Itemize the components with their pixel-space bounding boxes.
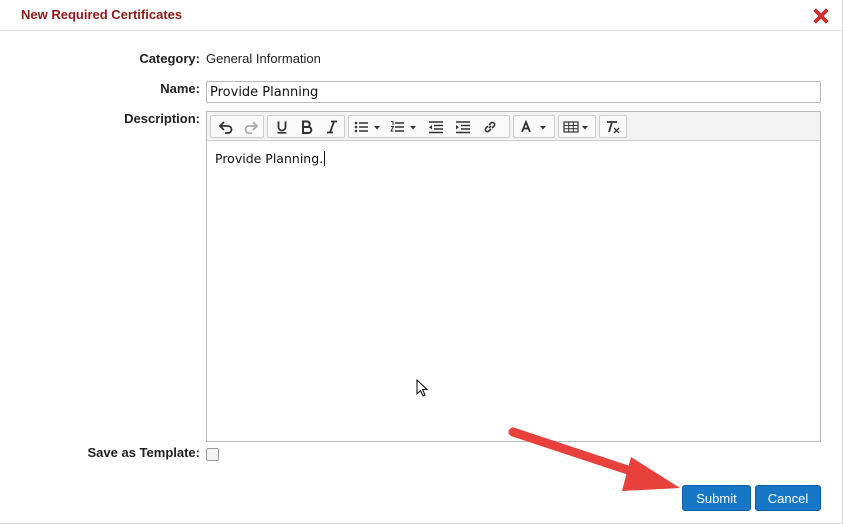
description-textarea[interactable]: Provide Planning. [207, 141, 820, 441]
cancel-button[interactable]: Cancel [755, 485, 821, 511]
toolbar-clear-group [599, 115, 627, 138]
italic-icon[interactable] [320, 116, 344, 137]
category-label: Category: [139, 51, 200, 66]
toolbar-history-group [210, 115, 264, 138]
dialog-titlebar: New Required Certificates [0, 0, 843, 31]
clear-format-icon[interactable] [601, 116, 625, 137]
dialog-title: New Required Certificates [21, 7, 183, 22]
mouse-pointer-icon [416, 378, 430, 402]
name-label: Name: [160, 81, 200, 96]
editor-toolbar [207, 112, 820, 141]
close-icon[interactable] [810, 5, 832, 27]
underline-icon[interactable] [270, 116, 294, 137]
description-label: Description: [124, 111, 200, 126]
toolbar-paragraph-group [348, 115, 510, 138]
outdent-icon[interactable] [423, 116, 449, 137]
description-editor: Provide Planning. [206, 111, 821, 442]
name-field[interactable] [206, 81, 821, 103]
font-color-icon[interactable] [516, 116, 552, 137]
save-template-label: Save as Template: [87, 445, 200, 460]
bold-icon[interactable] [295, 116, 319, 137]
submit-button[interactable]: Submit [682, 485, 751, 511]
new-certificate-dialog: New Required Certificates Category: Gene… [0, 0, 843, 524]
toolbar-color-group [513, 115, 555, 138]
text-caret [324, 151, 326, 166]
save-template-checkbox[interactable] [206, 448, 219, 461]
numbered-list-icon[interactable] [387, 116, 421, 137]
table-icon[interactable] [561, 116, 593, 137]
undo-icon[interactable] [214, 116, 238, 137]
indent-icon[interactable] [450, 116, 476, 137]
description-text: Provide Planning. [215, 151, 324, 166]
category-value: General Information [206, 51, 321, 66]
bulleted-list-icon[interactable] [351, 116, 385, 137]
link-icon[interactable] [477, 116, 503, 137]
toolbar-format-group [267, 115, 345, 138]
redo-icon[interactable] [239, 116, 263, 137]
toolbar-table-group [558, 115, 596, 138]
